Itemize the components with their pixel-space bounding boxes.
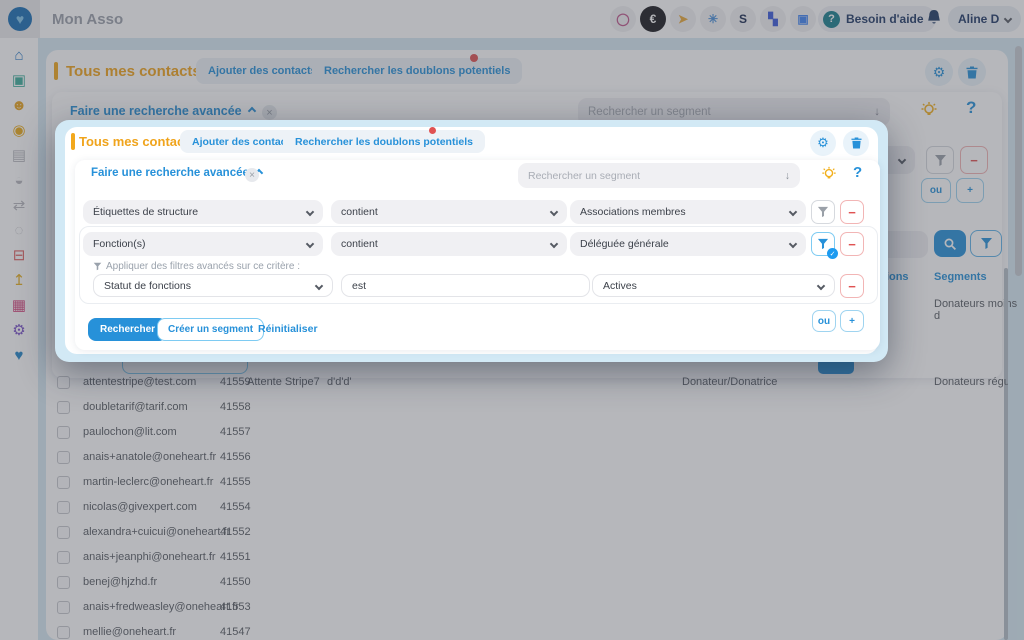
remove-filter-button[interactable]: − (840, 200, 864, 224)
filter-field-select[interactable]: Fonction(s) (83, 232, 323, 256)
subfilter-value-select[interactable]: Actives (592, 274, 835, 297)
advanced-filter-button[interactable] (811, 200, 835, 224)
advanced-search-modal: Tous mes contacts Ajouter des contacts R… (55, 120, 888, 362)
subfilter-operator-input[interactable]: est (341, 274, 590, 297)
add-condition-button[interactable]: + (840, 310, 864, 332)
remove-filter-button[interactable]: − (840, 232, 864, 256)
chevron-down-icon (789, 208, 797, 216)
chevron-down-icon (315, 281, 323, 289)
subfilter-field-select[interactable]: Statut de fonctions (93, 274, 333, 297)
find-duplicates-button[interactable]: Rechercher les doublons potentiels (283, 130, 485, 153)
advanced-filter-button-active[interactable]: ✓ (811, 232, 835, 256)
or-condition-button[interactable]: ou (812, 310, 836, 332)
tips-bulb-icon[interactable] (821, 166, 837, 182)
filter-field-select[interactable]: Étiquettes de structure (83, 200, 323, 224)
funnel-icon (93, 262, 102, 271)
title-accent-bar (71, 133, 75, 150)
filter-value-select[interactable]: Associations membres (570, 200, 806, 224)
help-question-icon[interactable]: ? (853, 164, 862, 181)
chevron-down-icon (306, 208, 314, 216)
segment-search-input[interactable]: Rechercher un segment ↓ (518, 163, 800, 188)
chevron-down-icon (550, 240, 558, 248)
close-advanced-search-icon[interactable]: × (245, 168, 259, 182)
remove-subfilter-button[interactable]: − (840, 274, 864, 298)
notification-dot (429, 127, 436, 134)
create-segment-button[interactable]: Créer un segment (157, 318, 264, 341)
arrow-down-icon: ↓ (785, 170, 790, 182)
gear-icon: ⚙ (817, 135, 829, 151)
filter-operator-select[interactable]: contient (331, 200, 567, 224)
advanced-filters-label: Appliquer des filtres avancés sur ce cri… (93, 261, 300, 272)
chevron-down-icon (306, 240, 314, 248)
delete-trash-button[interactable] (843, 130, 869, 156)
modal-title: Tous mes contacts (79, 134, 196, 149)
chevron-down-icon (550, 208, 558, 216)
advanced-search-panel: Faire une recherche avancée × Rechercher… (75, 160, 880, 350)
chevron-down-icon (817, 281, 825, 289)
advanced-search-toggle[interactable]: Faire une recherche avancée (91, 167, 262, 179)
filter-operator-select[interactable]: contient (331, 232, 567, 256)
filter-value-select[interactable]: Déléguée générale (570, 232, 806, 256)
trash-icon (851, 137, 862, 149)
funnel-icon (817, 238, 829, 250)
settings-gear-button[interactable]: ⚙ (810, 130, 836, 156)
chevron-down-icon (789, 240, 797, 248)
search-button[interactable]: Rechercher (88, 318, 167, 341)
funnel-icon (817, 206, 829, 218)
reset-button[interactable]: Réinitialiser (258, 323, 318, 335)
check-badge-icon: ✓ (827, 248, 838, 259)
